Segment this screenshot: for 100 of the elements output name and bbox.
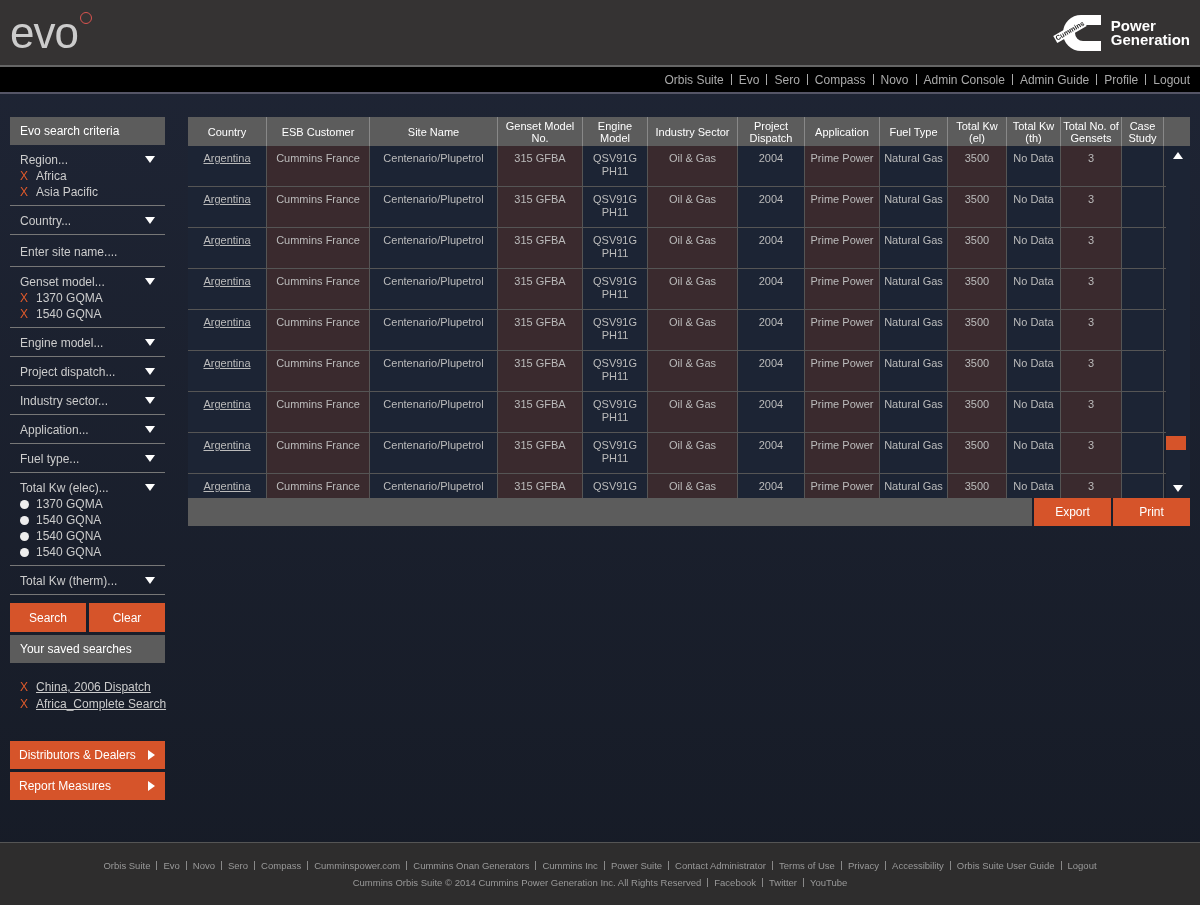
filter-dropdown[interactable]: Industry sector... xyxy=(10,393,165,408)
footer-link[interactable]: Novo xyxy=(192,860,215,871)
footer-link[interactable]: Accessibility xyxy=(892,860,944,871)
site-name-field[interactable]: Enter site name.... xyxy=(10,244,165,260)
footer-link[interactable]: Privacy xyxy=(847,860,880,871)
nav-link[interactable]: Sero xyxy=(774,72,800,87)
table-cell: 315 GFBA xyxy=(498,146,583,186)
table-cell: Cummins France xyxy=(267,269,370,309)
table-cell: 3500 xyxy=(948,310,1007,350)
filter-dropdown[interactable]: Project dispatch... xyxy=(10,364,165,379)
social-link[interactable]: YouTube xyxy=(810,877,848,888)
social-link[interactable]: Facebook xyxy=(714,877,756,888)
country-link[interactable]: Argentina xyxy=(203,316,251,328)
footer-link[interactable]: Logout xyxy=(1067,860,1097,871)
footer-link[interactable]: Terms of Use xyxy=(778,860,835,871)
table-cell: 2004 xyxy=(738,310,805,350)
remove-link[interactable]: X xyxy=(20,185,28,199)
table-cell: QSV91G PH11 xyxy=(583,392,648,432)
country-link[interactable]: Argentina xyxy=(203,275,251,287)
filter-value: Africa xyxy=(36,169,67,183)
nav-link[interactable]: Orbis Suite xyxy=(664,72,724,87)
table-cell: Cummins France xyxy=(267,433,370,473)
radio-button[interactable] xyxy=(20,547,29,557)
footer-link[interactable]: Evo xyxy=(163,860,180,871)
radio-button[interactable] xyxy=(20,499,29,509)
filter-dropdown[interactable]: Genset model... xyxy=(10,274,165,289)
footer-link[interactable]: Compass xyxy=(261,860,302,871)
footer-link[interactable]: Power Suite xyxy=(610,860,663,871)
footer-link[interactable]: Sero xyxy=(228,860,249,871)
footer-link[interactable]: Cumminspower.com xyxy=(314,860,401,871)
table-cell: 2004 xyxy=(738,351,805,391)
radio-button[interactable] xyxy=(20,515,29,525)
table-cell: QSV91G PH11 xyxy=(583,228,648,268)
form-button[interactable]: Search xyxy=(10,603,86,632)
copyright-text: Cummins Orbis Suite © 2014 Cummins Power Generation Inc. All Rights Reserved xyxy=(352,877,702,888)
nav-link[interactable]: Novo xyxy=(880,72,909,87)
country-link[interactable]: Argentina xyxy=(203,398,251,410)
nav-link[interactable]: Admin Console xyxy=(923,72,1005,87)
country-link[interactable]: Argentina xyxy=(203,193,251,205)
remove-link[interactable]: X xyxy=(20,307,28,321)
evo-logo: evo xyxy=(10,7,92,58)
country-link[interactable]: Argentina xyxy=(203,439,251,451)
caret-icon xyxy=(145,397,155,404)
nav-link[interactable]: Compass xyxy=(814,72,866,87)
table-cell: Cummins France xyxy=(267,474,370,498)
caret-icon xyxy=(145,278,155,285)
filter-dropdown[interactable]: Region... xyxy=(10,152,165,167)
scroll-up-icon[interactable] xyxy=(1173,152,1183,159)
filter-dropdown[interactable]: Fuel type... xyxy=(10,451,165,466)
remove-link[interactable]: X xyxy=(20,680,28,694)
table-cell: No Data xyxy=(1007,474,1061,498)
menu-link[interactable]: Distributors & Dealers xyxy=(10,741,165,769)
table-cell: No Data xyxy=(1007,392,1061,432)
footer-link[interactable]: Cummins Inc xyxy=(542,860,598,871)
saved-search-link[interactable]: China, 2006 Dispatch xyxy=(36,680,151,694)
scroll-down-icon[interactable] xyxy=(1173,485,1183,492)
table-cell: 3500 xyxy=(948,269,1007,309)
table-cell: Oil & Gas xyxy=(648,269,738,309)
country-link[interactable]: Argentina xyxy=(203,234,251,246)
nav-link[interactable]: Profile xyxy=(1104,72,1139,87)
filter-dropdown[interactable]: Engine model... xyxy=(10,335,165,350)
filter-dropdown[interactable]: Country... xyxy=(10,213,165,228)
nav-link[interactable]: Logout xyxy=(1153,72,1190,87)
table-cell: Oil & Gas xyxy=(648,310,738,350)
scrollbar-thumb[interactable] xyxy=(1166,436,1186,450)
radio-button[interactable] xyxy=(20,531,29,541)
arrow-right-icon xyxy=(148,781,155,791)
table-cell: 315 GFBA xyxy=(498,392,583,432)
remove-link[interactable]: X xyxy=(20,169,28,183)
table-cell: No Data xyxy=(1007,228,1061,268)
action-button[interactable]: Print xyxy=(1113,498,1190,526)
nav-link[interactable]: Evo xyxy=(738,72,760,87)
action-button[interactable]: Export xyxy=(1034,498,1111,526)
nav-link[interactable]: Admin Guide xyxy=(1019,72,1090,87)
footer-link[interactable]: Orbis Suite User Guide xyxy=(956,860,1055,871)
table-cell: 2004 xyxy=(738,392,805,432)
table-cell: 3500 xyxy=(948,146,1007,186)
saved-search-link[interactable]: Africa_Complete Search xyxy=(36,697,167,711)
caret-icon xyxy=(145,455,155,462)
country-link[interactable]: Argentina xyxy=(203,357,251,369)
footer-link[interactable]: Cummins Onan Generators xyxy=(413,860,530,871)
remove-link[interactable]: X xyxy=(20,291,28,305)
footer-link[interactable]: Orbis Suite xyxy=(103,860,151,871)
table-cell: Prime Power xyxy=(805,146,880,186)
table-cell: Oil & Gas xyxy=(648,433,738,473)
table-cell: No Data xyxy=(1007,433,1061,473)
table-cell: Centenario/Plupetrol xyxy=(370,228,498,268)
country-link[interactable]: Argentina xyxy=(203,152,251,164)
menu-link[interactable]: Report Measures xyxy=(10,772,165,800)
option-label: 1540 GQNA xyxy=(36,529,102,543)
social-link[interactable]: Twitter xyxy=(769,877,797,888)
brand-name: Power Generation xyxy=(1110,18,1190,47)
country-link[interactable]: Argentina xyxy=(203,480,251,492)
filter-dropdown[interactable]: Total Kw (elec)... xyxy=(10,480,165,495)
filter-dropdown[interactable]: Total Kw (therm)... xyxy=(10,573,165,588)
filter-dropdown[interactable]: Application... xyxy=(10,422,165,437)
form-button[interactable]: Clear xyxy=(89,603,165,632)
table-cell: Centenario/Plupetrol xyxy=(370,269,498,309)
remove-link[interactable]: X xyxy=(20,697,28,711)
footer-link[interactable]: Contact Administrator xyxy=(675,860,766,871)
